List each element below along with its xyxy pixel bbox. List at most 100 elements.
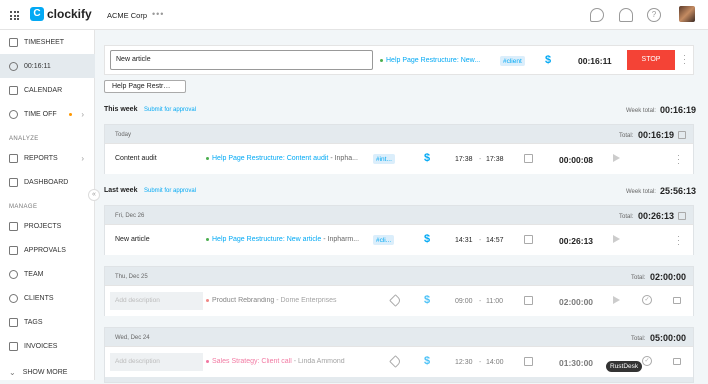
- logo[interactable]: C clockify: [30, 7, 92, 21]
- sidebar-item-team[interactable]: TEAM: [0, 262, 95, 286]
- tracker-time: 00:16:11: [578, 56, 612, 66]
- group-total-label: Total:: [619, 214, 634, 220]
- clients-icon: [9, 293, 18, 303]
- entry-project[interactable]: Help Page Restructure: New article - Inp…: [206, 236, 359, 243]
- entry-start-time[interactable]: 12:30: [455, 359, 473, 366]
- this-week-submit-link[interactable]: Submit for approval: [144, 107, 196, 113]
- play-icon[interactable]: [613, 235, 620, 243]
- sidebar-item-calendar[interactable]: CALENDAR: [0, 78, 95, 102]
- play-icon[interactable]: [613, 296, 620, 304]
- this-week-total: 00:16:19: [660, 105, 697, 115]
- last-week-total-label: Week total:: [626, 189, 656, 195]
- feature-icon[interactable]: [590, 8, 604, 22]
- last-week-submit-link[interactable]: Submit for approval: [144, 188, 196, 194]
- calendar-icon[interactable]: [524, 357, 533, 366]
- entry-project-label: Product Rebranding: [212, 297, 275, 304]
- section-manage: MANAGE: [9, 204, 38, 210]
- entry-duration[interactable]: 00:00:08: [559, 155, 593, 165]
- time-separator: -: [479, 237, 482, 244]
- lock-icon: [673, 297, 681, 304]
- group-total: 00:16:19: [638, 130, 675, 140]
- calendar-icon[interactable]: [524, 154, 533, 163]
- copy-icon[interactable]: [678, 131, 686, 139]
- sidebar-item-dashboard[interactable]: DASHBOARD: [0, 170, 95, 194]
- group-total: 05:00:00: [650, 333, 687, 343]
- sidebar-item-label: TAGS: [24, 318, 43, 326]
- project-color-dot: [206, 359, 209, 363]
- billable-dollar-icon[interactable]: $: [424, 233, 430, 245]
- sidebar-item-label: REPORTS: [24, 154, 58, 162]
- entry-end-time[interactable]: 14:57: [486, 237, 504, 244]
- chevron-right-icon: ›: [81, 109, 84, 119]
- entry-tag[interactable]: #cli...: [373, 235, 395, 245]
- entry-duration[interactable]: 02:00:00: [559, 297, 593, 307]
- sidebar-item-invoices[interactable]: INVOICES: [0, 334, 95, 358]
- help-icon[interactable]: ?: [647, 8, 661, 22]
- entry-description-input[interactable]: Add description: [110, 353, 203, 371]
- section-analyze: ANALYZE: [9, 136, 39, 142]
- entry-start-time[interactable]: 09:00: [455, 298, 473, 305]
- tag-icon[interactable]: [389, 294, 402, 307]
- entry-end-time[interactable]: 14:00: [486, 359, 504, 366]
- billable-dollar-icon[interactable]: $: [424, 355, 430, 367]
- sidebar-item-reports[interactable]: REPORTS ›: [0, 146, 95, 170]
- sidebar-item-clients[interactable]: CLIENTS: [0, 286, 95, 310]
- notifications-bell-icon[interactable]: [619, 8, 633, 22]
- tracker-tag[interactable]: #client: [500, 56, 525, 66]
- sidebar-item-tags[interactable]: TAGS: [0, 310, 95, 334]
- time-separator: -: [479, 298, 482, 305]
- time-separator: -: [479, 359, 482, 366]
- entry-more-icon[interactable]: · · ·: [677, 151, 680, 168]
- tracker-project[interactable]: Help Page Restructure: New...: [380, 57, 480, 64]
- calendar-icon[interactable]: [524, 235, 533, 244]
- entry-start-time[interactable]: 14:31: [455, 237, 473, 244]
- entry-project[interactable]: Sales Strategy: Client call - Linda Ammo…: [206, 358, 345, 365]
- entry-duration[interactable]: 01:30:00: [559, 358, 593, 368]
- notification-dot: [69, 113, 72, 116]
- entry-description-input[interactable]: Add description: [110, 292, 203, 310]
- entry-description[interactable]: New article: [115, 236, 150, 243]
- dashboard-icon: [9, 177, 18, 187]
- group-total: 00:26:13: [638, 211, 675, 221]
- copy-icon[interactable]: [678, 212, 686, 220]
- sidebar-item-timer[interactable]: 00:16:11: [0, 54, 95, 78]
- entry-description[interactable]: Content audit: [115, 155, 157, 162]
- entry-client: - Inpha...: [330, 155, 358, 162]
- entry-more-icon[interactable]: · · ·: [677, 232, 680, 249]
- sidebar-item-label: TEAM: [24, 270, 44, 278]
- play-icon[interactable]: [613, 154, 620, 162]
- entry-tag[interactable]: #int...: [373, 154, 395, 164]
- team-icon: [9, 269, 18, 279]
- sidebar-item-approvals[interactable]: APPROVALS: [0, 238, 95, 262]
- entry-project[interactable]: Help Page Restructure: Content audit - I…: [206, 155, 358, 162]
- billable-dollar-icon[interactable]: $: [545, 54, 551, 66]
- sidebar-item-label: TIME OFF: [24, 110, 57, 118]
- entry-duration[interactable]: 00:26:13: [559, 236, 593, 246]
- description-input[interactable]: New article: [110, 50, 373, 70]
- tag-icon[interactable]: [389, 355, 402, 368]
- sidebar-item-show-more[interactable]: ⌄ SHOW MORE: [0, 360, 95, 384]
- top-bar: C clockify ACME Corp ••• ?: [0, 0, 708, 30]
- avatar[interactable]: [679, 6, 695, 22]
- recent-project-chip[interactable]: Help Page Restr…: [104, 80, 186, 93]
- sidebar-item-timesheet[interactable]: TIMESHEET: [0, 30, 95, 54]
- apps-grid-icon[interactable]: [10, 11, 19, 20]
- last-week-total: 25:56:13: [660, 186, 697, 196]
- workspace-more-icon[interactable]: •••: [152, 9, 164, 19]
- billable-dollar-icon[interactable]: $: [424, 294, 430, 306]
- group-total-label: Total:: [631, 336, 646, 342]
- entry-start-time[interactable]: 17:38: [455, 156, 473, 163]
- workspace-name[interactable]: ACME Corp: [107, 11, 147, 20]
- billable-dollar-icon[interactable]: $: [424, 152, 430, 164]
- entry-project[interactable]: Product Rebranding - Dome Enterprises: [206, 297, 337, 304]
- tracker-more-icon[interactable]: · · ·: [683, 51, 686, 68]
- group-total-label: Total:: [619, 133, 634, 139]
- stop-button[interactable]: STOP: [627, 50, 675, 70]
- entry-end-time[interactable]: 17:38: [486, 156, 504, 163]
- project-color-dot: [206, 237, 209, 241]
- calendar-icon[interactable]: [524, 296, 533, 305]
- entry-end-time[interactable]: 11:00: [486, 298, 503, 305]
- sidebar-item-time-off[interactable]: TIME OFF ›: [0, 102, 95, 126]
- project-color-dot: [380, 58, 383, 62]
- sidebar-item-projects[interactable]: PROJECTS: [0, 214, 95, 238]
